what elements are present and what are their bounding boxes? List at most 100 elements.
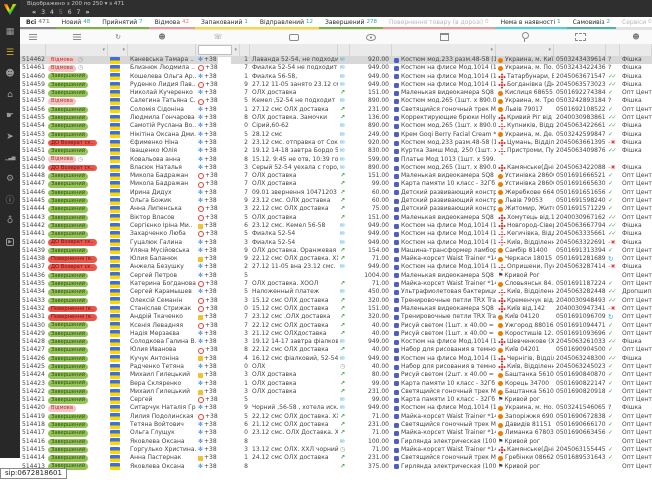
table-row[interactable]: 514434ЗавершенийСергей Карамышев✻+385Нал…	[20, 288, 652, 296]
table-row[interactable]: 514454ЗавершенийСамотій Руслана Во..✻+38…	[20, 122, 652, 130]
table-row[interactable]: 514444ЗавершенийАнна Липенська+38322.12 …	[20, 205, 652, 213]
table-row[interactable]: 514417ЗавершенийОльга Глущук✻+38023.12 с…	[20, 429, 652, 437]
column-header-price[interactable]	[350, 30, 392, 44]
last-page-button[interactable]: »	[85, 8, 89, 17]
column-header-delivery[interactable]	[496, 30, 554, 44]
table-row[interactable]: 514459ЗавершенийРуденко Лидия Пав..+3892…	[20, 81, 652, 89]
table-row[interactable]: 514447ЗавершенийМикола Бадражан+387ОЛХ д…	[20, 180, 652, 188]
table-row[interactable]: 514431Повернення (в..Андрій Ткаченко+387…	[20, 313, 652, 321]
table-row[interactable]: 514437ДО Возврат ск..Анжела Безушку✻+382…	[20, 263, 652, 271]
column-header-cicon[interactable]	[338, 30, 350, 44]
table-row[interactable]: 514433ЗавершенийОлексій Семанін+38315.12…	[20, 297, 652, 305]
table-row[interactable]: 514451ЗавершенийІващенко Юлія✻+38219.12 …	[20, 147, 652, 155]
table-row[interactable]: 514428ЗавершенийСолодкова Галина В..✻+38…	[20, 338, 652, 346]
sidebar-item-store[interactable]: ⌂	[0, 84, 20, 105]
tab-Відправлений[interactable]: Відправлений12	[254, 17, 319, 29]
filter-comment[interactable]	[250, 44, 338, 56]
table-row[interactable]: 514440ДО Возврат ск..Гуцалюк Галина✻+383…	[20, 239, 652, 247]
table-row[interactable]: 514461Відмова◷Близнюк Людмила ..+387Фиал…	[20, 64, 652, 72]
table-row[interactable]: 514424ЗавершенийМихаил Гилецький+383ОЛХ …	[20, 371, 652, 379]
table-row[interactable]: 514422ЗавершенийМихаил Гилецький+383ОЛХ …	[20, 388, 652, 396]
column-header-ticon[interactable]	[606, 30, 620, 44]
tab-Новий[interactable]: Новий48	[56, 17, 97, 29]
sidebar-item-video[interactable]: ▶	[0, 231, 20, 252]
table-row[interactable]: 514432Повернення (в..Станіслав Стрижак+3…	[20, 305, 652, 313]
table-row[interactable]: 514458ЗавершенийНиколай Кучеренко✻+387ОЛ…	[20, 89, 652, 97]
table-row[interactable]: 514426ЗавершенийКучук Антоніна+38416.12 …	[20, 355, 652, 363]
tab-Повернення товару (в дорозі)[interactable]: Повернення товару (в дорозі)0	[383, 17, 495, 29]
first-page-button[interactable]: «	[32, 8, 36, 17]
column-header-id[interactable]	[20, 30, 46, 44]
tab-Завершений[interactable]: Завершений278	[319, 17, 383, 29]
table-row[interactable]: 514452ДО Возврат ск..Єфименко Ніна✻+3822…	[20, 139, 652, 147]
table-row[interactable]: 514439ЗавершенийУляна Мусійовська✻+389ОЛ…	[20, 247, 652, 255]
table-row[interactable]: 514462Відмова◷Каневська Тамара ..✻+381Ла…	[20, 56, 652, 64]
filter-delivery[interactable]: ▾	[496, 44, 554, 56]
filter-name[interactable]	[128, 44, 196, 56]
sidebar-item-dashboard[interactable]: ▦	[0, 21, 20, 42]
table-row[interactable]: 514436ЗавершенийСергей Петров✻+3851004.0…	[20, 272, 652, 280]
filter-ticon[interactable]	[606, 44, 620, 56]
table-row[interactable]: 514457ВідмоваСалегина Татьяна С..+385Кем…	[20, 97, 652, 105]
table-row[interactable]: 514430ЗавершенийКсенія Левадняя+38722.12…	[20, 322, 652, 330]
table-row[interactable]: 514429ЗавершенийНадія Мерзаєва✻+38321.12…	[20, 330, 652, 338]
table-row[interactable]: 514435ЗавершенийКатерина Богданова+387ОЛ…	[20, 280, 652, 288]
column-header-phone[interactable]: ☏	[196, 30, 240, 44]
table-row[interactable]: 514416ЗавершенийЯковлева Оксана✻+388✉100…	[20, 438, 652, 446]
table-row[interactable]: 514442ЗавершенийСергієнко Іріна Ми..+386…	[20, 222, 652, 230]
table-row[interactable]: 514427ЗавершенийЮлия Иванова+38822.12 см…	[20, 346, 652, 354]
column-header-tracking[interactable]	[554, 30, 606, 44]
table-row[interactable]: 514423ЗавершенийВера Скляренко✻+381ОЛХ д…	[20, 380, 652, 388]
column-header-flag[interactable]: ↻	[108, 30, 128, 44]
page-button-6[interactable]: 6	[68, 8, 72, 17]
filter-status[interactable]: ▾	[46, 44, 108, 56]
table-row[interactable]: 514450Відмова◷Ковальова анна✻+38815.12. …	[20, 156, 652, 164]
column-header-source[interactable]: ☻	[620, 30, 652, 44]
page-button-3[interactable]: 3	[41, 8, 45, 17]
table-row[interactable]: 514443ЗавершенийВіктор Власов+385ОЛХ дос…	[20, 214, 652, 222]
phone-filter-input[interactable]	[198, 45, 232, 55]
filter-id[interactable]	[20, 44, 46, 56]
column-header-name[interactable]: ☻	[128, 30, 196, 44]
table-row[interactable]: 514448ЗавершенийМикола Бадражан+387ОЛХ д…	[20, 172, 652, 180]
sidebar-item-orders[interactable]: ☰	[0, 42, 20, 63]
filter-digit[interactable]	[240, 44, 250, 56]
page-button-7[interactable]: 7	[77, 8, 81, 17]
sidebar-item-sales[interactable]: ☛	[0, 105, 20, 126]
table-row[interactable]: 514418ЗавершенийТетяна Войтович✻+38621.1…	[20, 421, 652, 429]
table-row[interactable]: 514441ЗавершенийЗахарченко Люба+385Фиалк…	[20, 230, 652, 238]
filter-tracking[interactable]	[554, 44, 606, 56]
table-row[interactable]: 514438Повернення (в..Юлия Баланюк+38922.…	[20, 255, 652, 263]
table-row[interactable]: 514413ЗавершенийЯковлева Оксана✻+388↗375…	[20, 463, 652, 471]
column-header-status[interactable]	[46, 30, 108, 44]
column-header-product[interactable]	[392, 30, 496, 44]
page-button-4[interactable]: 4	[50, 8, 54, 17]
table-row[interactable]: 514415ЗавершенийГоргулько Христина..✻+38…	[20, 446, 652, 454]
sidebar-item-info[interactable]: ⓘ	[0, 189, 20, 210]
sidebar-item-web[interactable]: ♁	[0, 210, 20, 231]
table-row[interactable]: 514414ЗавершенийАнна Пастернак+38124.12 …	[20, 454, 652, 462]
filter-price[interactable]	[350, 44, 392, 56]
sidebar-item-stats[interactable]: ▁▃▅	[0, 147, 20, 168]
filter-source[interactable]	[620, 44, 652, 56]
tab-Самовивіз[interactable]: Самовивіз2	[567, 17, 616, 29]
table-row[interactable]: 514425ЗавершенийРадченко Тетяна✻+380ОЛХ◷…	[20, 363, 652, 371]
column-header-comment[interactable]	[250, 30, 338, 44]
tab-Сервіси[interactable]: Сервіси0	[616, 17, 652, 29]
tab-Прийнятий[interactable]: Прийнятий7	[96, 17, 148, 29]
tab-Відмова[interactable]: Відмова42	[149, 17, 195, 29]
sidebar-item-settings[interactable]: ⚙	[0, 168, 20, 189]
table-row[interactable]: 514446ЗавершенийИрина Дидух✻+38709.01 зв…	[20, 189, 652, 197]
filter-cicon[interactable]	[338, 44, 350, 56]
table-row[interactable]: 514460ЗавершенийКошелева Ольга Ар..✻+381…	[20, 73, 652, 81]
table-row[interactable]: 514453ЗавершенийНікітіна Оксана Дми..✻+3…	[20, 131, 652, 139]
table-row[interactable]: 514421ЗавершенийСергей+385✉99.00Карта па…	[20, 396, 652, 404]
page-button-5[interactable]: 5	[59, 8, 63, 17]
sidebar-item-customers[interactable]: ☻	[0, 63, 20, 84]
table-row[interactable]: 514445ЗавершенийОльга Божик✻+38923.12 см…	[20, 197, 652, 205]
table-row[interactable]: 514449ДО Возврат ск..Власюк Наталья✻+383…	[20, 164, 652, 172]
table-row[interactable]: 514420ВідмоваСитарчук Наталія Гр..✻+389Ч…	[20, 404, 652, 412]
table-row[interactable]: 514456ЗавершенийСоломія Сідоніна✻+38127.…	[20, 106, 652, 114]
filter-phone[interactable]: ▾	[196, 44, 240, 56]
column-header-digit[interactable]	[240, 30, 250, 44]
